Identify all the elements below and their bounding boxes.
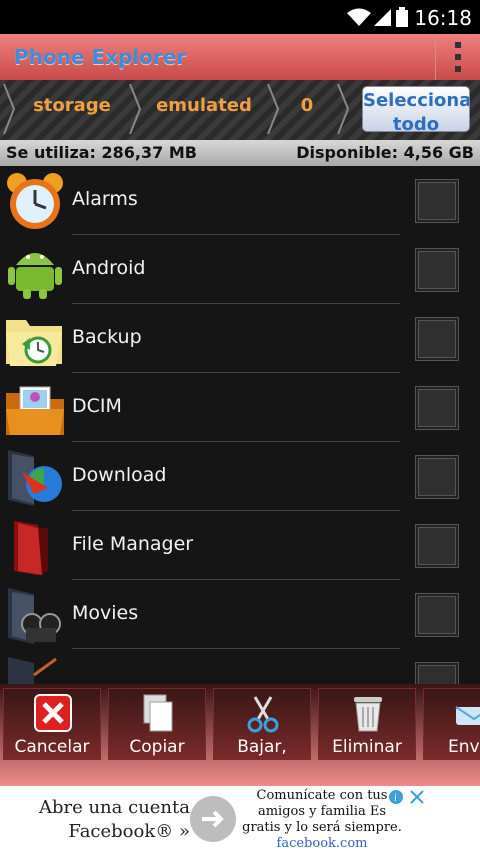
select-checkbox[interactable]: [416, 249, 458, 291]
file-name: DCIM: [72, 395, 122, 417]
status-bar: 16:18: [0, 0, 480, 34]
close-icon: [34, 694, 72, 732]
red-folder-icon: [14, 521, 48, 575]
trash-icon: [354, 697, 382, 732]
copy-label: Copiar: [129, 737, 185, 757]
file-name: Download: [72, 464, 167, 486]
android-robot-icon: [8, 253, 62, 299]
chevron-right-icon: [3, 84, 16, 134]
file-name: Movies: [72, 602, 139, 624]
wifi-icon: [347, 8, 371, 26]
clock: 16:18: [414, 6, 472, 30]
ad-headline: Abre una cuenta Facebook® »: [38, 797, 190, 842]
select-all-label: Seleccionar todo: [363, 90, 470, 132]
backup-folder-icon: [6, 320, 62, 366]
ad-url[interactable]: facebook.com: [277, 836, 368, 851]
select-checkbox[interactable]: [416, 318, 458, 360]
file-name: File Manager: [72, 533, 194, 555]
select-checkbox[interactable]: [416, 594, 458, 636]
download-folder-icon: [8, 450, 62, 506]
storage-info-bar: Se utiliza: 286,37 MB Disponible: 4,56 G…: [0, 140, 480, 166]
send-icon: [455, 706, 480, 725]
alarm-clock-icon: [7, 173, 63, 229]
app-bar: Phone Explorer: [0, 34, 480, 82]
file-name: Backup: [72, 326, 142, 348]
breadcrumb-item-storage[interactable]: storage: [20, 80, 124, 136]
list-item[interactable]: Backup: [0, 304, 480, 373]
music-folder-icon: [8, 657, 57, 684]
ad-body: Comunícate con tus amigos y familia Es g…: [238, 788, 406, 852]
storage-available: Disponible: 4,56 GB: [296, 143, 474, 162]
copy-icon: [143, 694, 173, 732]
cut-button[interactable]: Bajar,: [213, 688, 311, 760]
list-item[interactable]: DCIM: [0, 373, 480, 442]
ad-banner[interactable]: Abre una cuenta Facebook® » Comunícate c…: [0, 786, 480, 854]
list-item[interactable]: File Manager: [0, 511, 480, 580]
list-item[interactable]: Android: [0, 235, 480, 304]
file-name: Alarms: [72, 188, 138, 210]
file-list: Alarms Android Backup DCIM Download File…: [0, 166, 480, 684]
movies-folder-icon: [8, 588, 61, 644]
select-checkbox[interactable]: [416, 663, 458, 684]
send-label: Env: [448, 737, 480, 757]
select-checkbox[interactable]: [416, 180, 458, 222]
select-all-button[interactable]: Seleccionar todo: [362, 86, 470, 132]
battery-icon: [396, 7, 408, 27]
chevron-right-icon: [337, 84, 350, 134]
list-item[interactable]: Movies: [0, 580, 480, 649]
cancel-button[interactable]: Cancelar: [3, 688, 101, 760]
ad-choices-icon[interactable]: i: [386, 788, 426, 806]
storage-used: Se utiliza: 286,37 MB: [6, 143, 197, 162]
select-checkbox[interactable]: [416, 525, 458, 567]
action-toolbar: Cancelar Copiar Bajar, Eliminar Env: [0, 684, 480, 786]
cut-label: Bajar,: [237, 737, 287, 757]
scissors-icon: [247, 696, 279, 733]
chevron-right-icon: [129, 84, 142, 134]
delete-button[interactable]: Eliminar: [318, 688, 416, 760]
list-item[interactable]: Download: [0, 442, 480, 511]
breadcrumb-item-0[interactable]: 0: [284, 80, 330, 136]
select-checkbox[interactable]: [416, 387, 458, 429]
delete-label: Eliminar: [332, 737, 402, 757]
arrow-right-icon[interactable]: [190, 796, 236, 842]
send-button[interactable]: Env: [423, 688, 480, 760]
select-checkbox[interactable]: [416, 456, 458, 498]
breadcrumb-item-emulated[interactable]: emulated: [146, 80, 262, 136]
pictures-folder-icon: [6, 386, 64, 435]
ad-description: Comunícate con tus amigos y familia Es g…: [242, 788, 402, 835]
copy-button[interactable]: Copiar: [108, 688, 206, 760]
chevron-right-icon: [267, 84, 280, 134]
list-item[interactable]: Alarms: [0, 166, 480, 235]
list-item[interactable]: [0, 649, 480, 684]
cancel-label: Cancelar: [14, 737, 90, 757]
overflow-menu-icon[interactable]: [435, 34, 480, 80]
svg-text:i: i: [394, 793, 397, 804]
file-name: Android: [72, 257, 146, 279]
signal-icon: [374, 9, 391, 26]
app-title: Phone Explorer: [14, 45, 187, 69]
